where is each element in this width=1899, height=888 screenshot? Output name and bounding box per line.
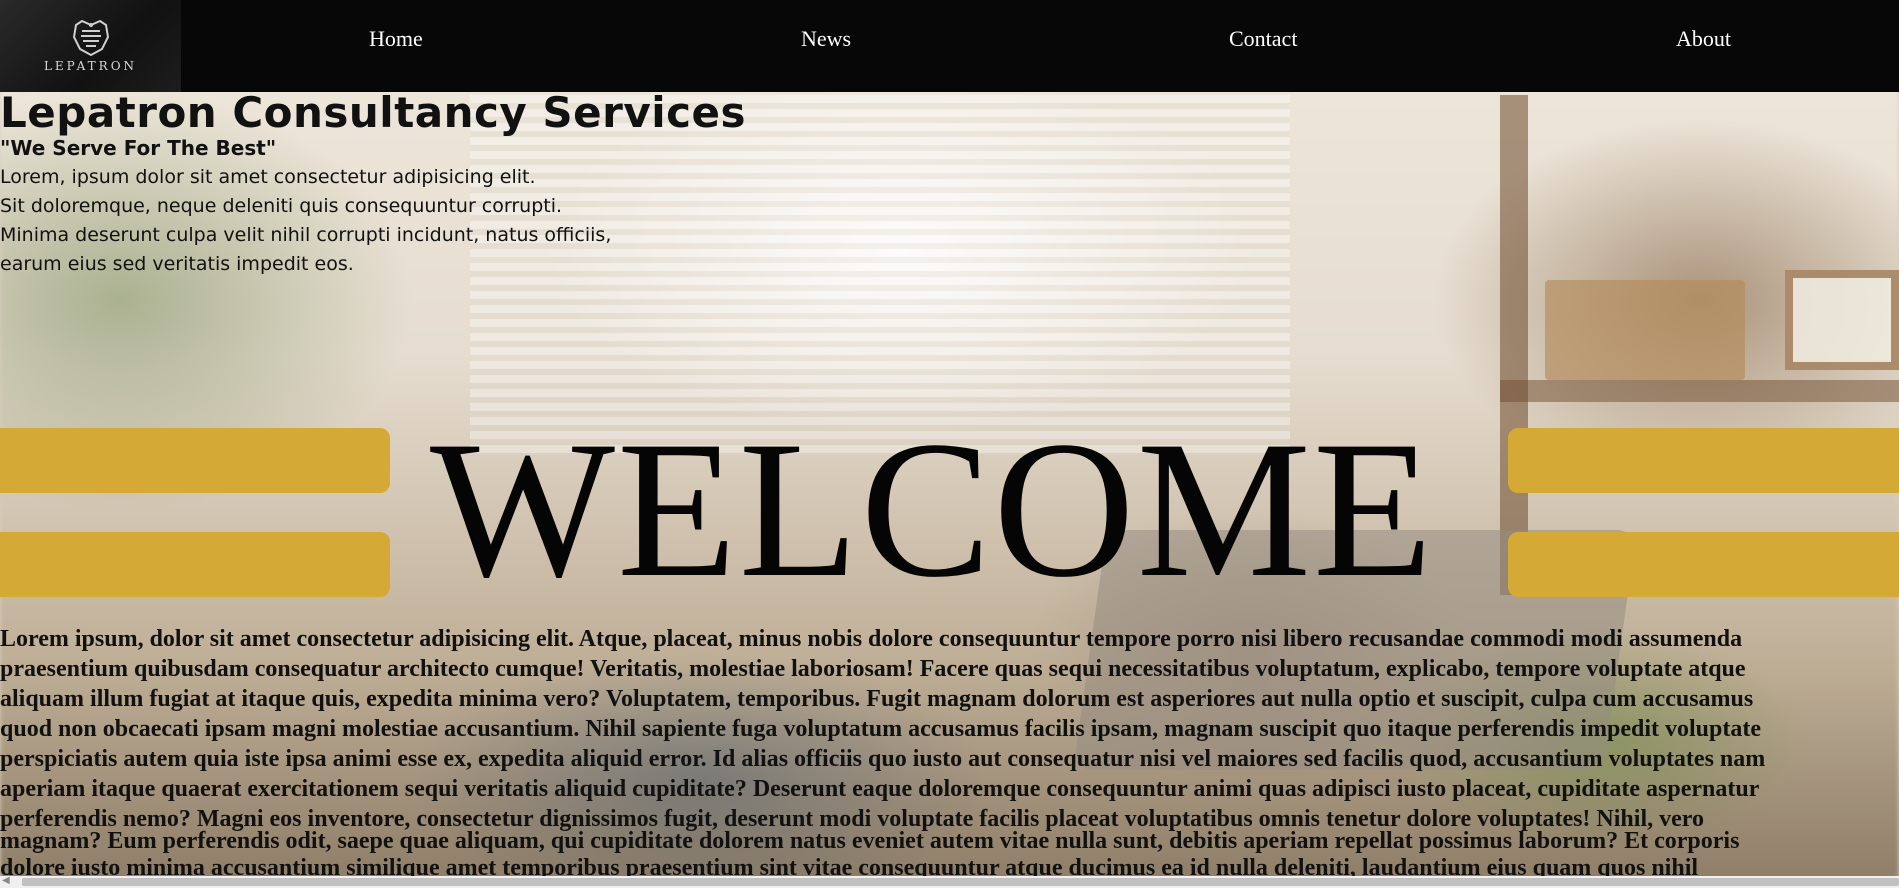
site-logo[interactable]: LEPATRON xyxy=(0,0,181,92)
intro-line: earum eius sed veritatis impedit eos. xyxy=(0,253,354,275)
scroll-left-arrow-icon[interactable]: ◀ xyxy=(2,875,10,886)
background-picture-frame xyxy=(1785,270,1899,370)
intro-line: Sit doloremque, neque deleniti quis cons… xyxy=(0,195,563,217)
nav-link-news[interactable]: News xyxy=(801,26,851,52)
paragraph-line: perspiciatis autem quia iste ipsa animi … xyxy=(0,746,1766,772)
scrollbar-thumb[interactable] xyxy=(22,878,1899,886)
paragraph-line: aperiam itaque quaerat exercitationem se… xyxy=(0,776,1760,802)
overflow-paragraph-line: magnam? Eum perferendis odit, saepe quae… xyxy=(0,828,1740,854)
top-navigation: LEPATRON Home News Contact About xyxy=(0,0,1899,92)
intro-text: Lorem, ipsum dolor sit amet consectetur … xyxy=(0,163,611,279)
intro-line: Lorem, ipsum dolor sit amet consectetur … xyxy=(0,166,536,188)
background-shelf-board xyxy=(1500,380,1899,402)
paragraph-line: Lorem ipsum, dolor sit amet consectetur … xyxy=(0,626,1743,652)
horizontal-scrollbar[interactable]: ◀ xyxy=(0,875,1899,888)
body-paragraph: Lorem ipsum, dolor sit amet consectetur … xyxy=(0,624,1899,834)
tagline: "We Serve For The Best" xyxy=(0,136,277,160)
intro-line: Minima deserunt culpa velit nihil corrup… xyxy=(0,224,612,246)
paragraph-line: aliquam illum fugiat at itaque quis, exp… xyxy=(0,686,1754,712)
accent-bar-right-top xyxy=(1508,428,1899,493)
logo-text: LEPATRON xyxy=(43,59,138,73)
paragraph-line: quod non obcaecati ipsam magni molestiae… xyxy=(0,716,1762,742)
paragraph-line: praesentium quibusdam consequatur archit… xyxy=(0,656,1746,682)
nav-link-contact[interactable]: Contact xyxy=(1229,26,1297,52)
accent-bar-left-top xyxy=(0,428,390,493)
lion-crest-icon xyxy=(72,19,109,57)
accent-bar-left-bottom xyxy=(0,532,390,597)
welcome-heading: WELCOME xyxy=(430,401,1435,618)
company-name: Lepatron Consultancy Services xyxy=(0,88,747,137)
nav-link-home[interactable]: Home xyxy=(369,26,423,52)
accent-bar-right-bottom xyxy=(1508,532,1899,597)
nav-link-about[interactable]: About xyxy=(1676,26,1731,52)
background-plant-pot xyxy=(1545,280,1745,380)
